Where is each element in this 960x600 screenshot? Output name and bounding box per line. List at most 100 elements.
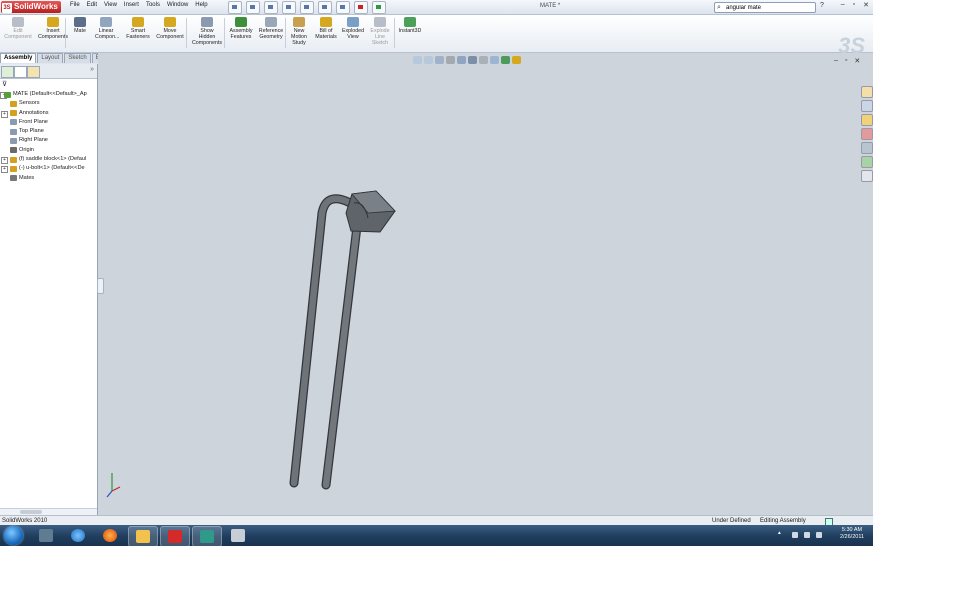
tree-node[interactable]: + Annotations (0, 109, 97, 118)
solidworks-resources-icon[interactable] (861, 86, 873, 98)
apply-scene-icon[interactable] (501, 56, 510, 64)
graphics-area[interactable] (98, 53, 873, 515)
tree-expander-icon[interactable]: + (1, 110, 8, 118)
custom-properties-icon[interactable] (861, 170, 873, 182)
close-icon[interactable]: ✕ (863, 1, 869, 9)
section-view-icon[interactable] (446, 56, 455, 64)
3d-model-view[interactable] (98, 53, 873, 515)
tray-device-icon[interactable] (792, 532, 798, 538)
expand-panel-icon[interactable]: » (90, 66, 94, 73)
redo-icon[interactable] (318, 1, 332, 14)
taskbar-tools[interactable] (224, 526, 252, 545)
menu-edit[interactable]: Edit (87, 2, 97, 8)
saddle-block-part[interactable] (345, 190, 396, 233)
select-cursor-icon[interactable] (336, 1, 350, 14)
viewport-controls: – ▫ ✕ (834, 57, 860, 65)
file-explorer-icon[interactable] (861, 114, 873, 126)
tree-node[interactable]: Right Plane (0, 136, 97, 145)
display-style-icon[interactable] (468, 56, 477, 64)
tree-node[interactable]: -MATE (Default<<Default>_Ap (0, 90, 97, 99)
taskbar-internet-explorer[interactable] (64, 526, 92, 545)
tree-node[interactable]: Front Plane (0, 118, 97, 127)
taskbar-solidworks[interactable] (160, 526, 190, 546)
search-input[interactable] (726, 3, 812, 12)
cmd-smart-fasteners-button[interactable]: Smart Fasteners (124, 16, 152, 51)
tree-node[interactable]: Origin (0, 146, 97, 155)
cmd-mate-button[interactable]: Mate (71, 16, 89, 51)
rebuild-icon[interactable] (354, 1, 368, 14)
tree-expander-icon[interactable]: + (1, 166, 8, 174)
options-icon[interactable] (372, 1, 386, 14)
appearances-icon[interactable] (861, 156, 873, 168)
tree-node[interactable]: + (f) saddle block<1> (Defaul (0, 155, 97, 165)
property-manager-tab-icon[interactable] (14, 66, 27, 78)
zoom-to-area-icon[interactable] (424, 56, 433, 64)
design-library-icon[interactable] (861, 100, 873, 112)
cmd-exploded-view-button[interactable]: Exploded View (340, 16, 366, 51)
menu-file[interactable]: File (70, 2, 80, 8)
tree-node[interactable]: + (-) u-bolt<1> (Default<<De (0, 164, 97, 174)
menu-window[interactable]: Window (167, 2, 188, 8)
search-box[interactable]: ⌕ (714, 2, 816, 13)
zoom-to-fit-icon[interactable] (413, 56, 422, 64)
tree-node[interactable]: Mates (0, 174, 97, 183)
tree-node[interactable]: Top Plane (0, 127, 97, 136)
tab-sketch[interactable]: Sketch (64, 53, 91, 63)
solidworks-logo[interactable]: 3S SolidWorks (1, 1, 61, 13)
feature-manager-tab-icon[interactable] (1, 66, 14, 78)
taskbar-firefox[interactable] (96, 526, 124, 545)
undo-icon[interactable] (300, 1, 314, 14)
menu-view[interactable]: View (104, 2, 117, 8)
menu-help[interactable]: Help (195, 2, 207, 8)
cmd-show-hidden-components-button[interactable]: Show Hidden Components (190, 16, 224, 51)
tree-expander-icon[interactable]: + (1, 157, 8, 165)
taskbar-network-app[interactable] (32, 526, 60, 545)
restore-icon[interactable]: ▫ (853, 1, 855, 9)
configuration-manager-tab-icon[interactable] (27, 66, 40, 78)
previous-view-icon[interactable] (435, 56, 444, 64)
search-results-icon[interactable] (861, 128, 873, 140)
cmd-edit-component-button[interactable]: Edit Component (4, 16, 32, 51)
show-hidden-icons-icon[interactable]: ▴ (778, 530, 784, 536)
cmd-explode-line-sketch-button[interactable]: Explode Line Sketch (369, 16, 391, 51)
network-icon[interactable] (804, 532, 810, 538)
feature-tree-scrollbar[interactable] (0, 508, 97, 515)
volume-icon[interactable] (816, 532, 822, 538)
view-palette-icon[interactable] (861, 142, 873, 154)
panel-resize-handle[interactable] (97, 278, 104, 294)
view-settings-icon[interactable] (512, 56, 521, 64)
cmd-reference-geometry-button[interactable]: Reference Geometry (256, 16, 286, 51)
cmd-new-motion-study-button[interactable]: New Motion Study (289, 16, 309, 51)
save-icon[interactable] (264, 1, 278, 14)
print-icon[interactable] (282, 1, 296, 14)
tab-layout[interactable]: Layout (37, 53, 64, 63)
cmd-move-component-button[interactable]: Move Component (155, 16, 185, 51)
edit-appearance-icon[interactable] (490, 56, 499, 64)
taskbar-autocad[interactable] (192, 526, 222, 546)
taskbar-clock[interactable]: 5:30 AM 2/26/2011 (832, 527, 872, 541)
help-icon[interactable]: ? (820, 2, 824, 9)
cmd-label-line: Component (4, 34, 32, 40)
tab-assembly[interactable]: Assembly (0, 53, 37, 63)
viewport-restore-icon[interactable]: ▫ (845, 57, 847, 65)
scrollbar-thumb[interactable] (20, 510, 42, 514)
open-folder-icon[interactable] (246, 1, 260, 14)
cmd-linear-compon-button[interactable]: Linear Compon... (95, 16, 119, 51)
menu-tools[interactable]: Tools (146, 2, 160, 8)
minimize-icon[interactable]: – (841, 1, 845, 9)
menu-insert[interactable]: Insert (124, 2, 139, 8)
filter-icon[interactable]: ⊽ (2, 80, 7, 88)
cmd-assembly-features-button[interactable]: Assembly Features (228, 16, 254, 51)
start-button-icon[interactable] (4, 526, 23, 545)
toolbar-separator (65, 18, 66, 48)
view-orientation-icon[interactable] (457, 56, 466, 64)
viewport-close-icon[interactable]: ✕ (854, 57, 860, 65)
cmd-instant3d-button[interactable]: Instant3D (397, 16, 423, 51)
tree-node[interactable]: Sensors (0, 99, 97, 108)
u-bolt-part[interactable] (289, 194, 383, 490)
hide-show-items-icon[interactable] (479, 56, 488, 64)
taskbar-outlook[interactable] (128, 526, 158, 546)
new-document-icon[interactable] (228, 1, 242, 14)
viewport-minimize-icon[interactable]: – (834, 57, 838, 65)
cmd-bill-of-materials-button[interactable]: Bill of Materials (313, 16, 339, 51)
